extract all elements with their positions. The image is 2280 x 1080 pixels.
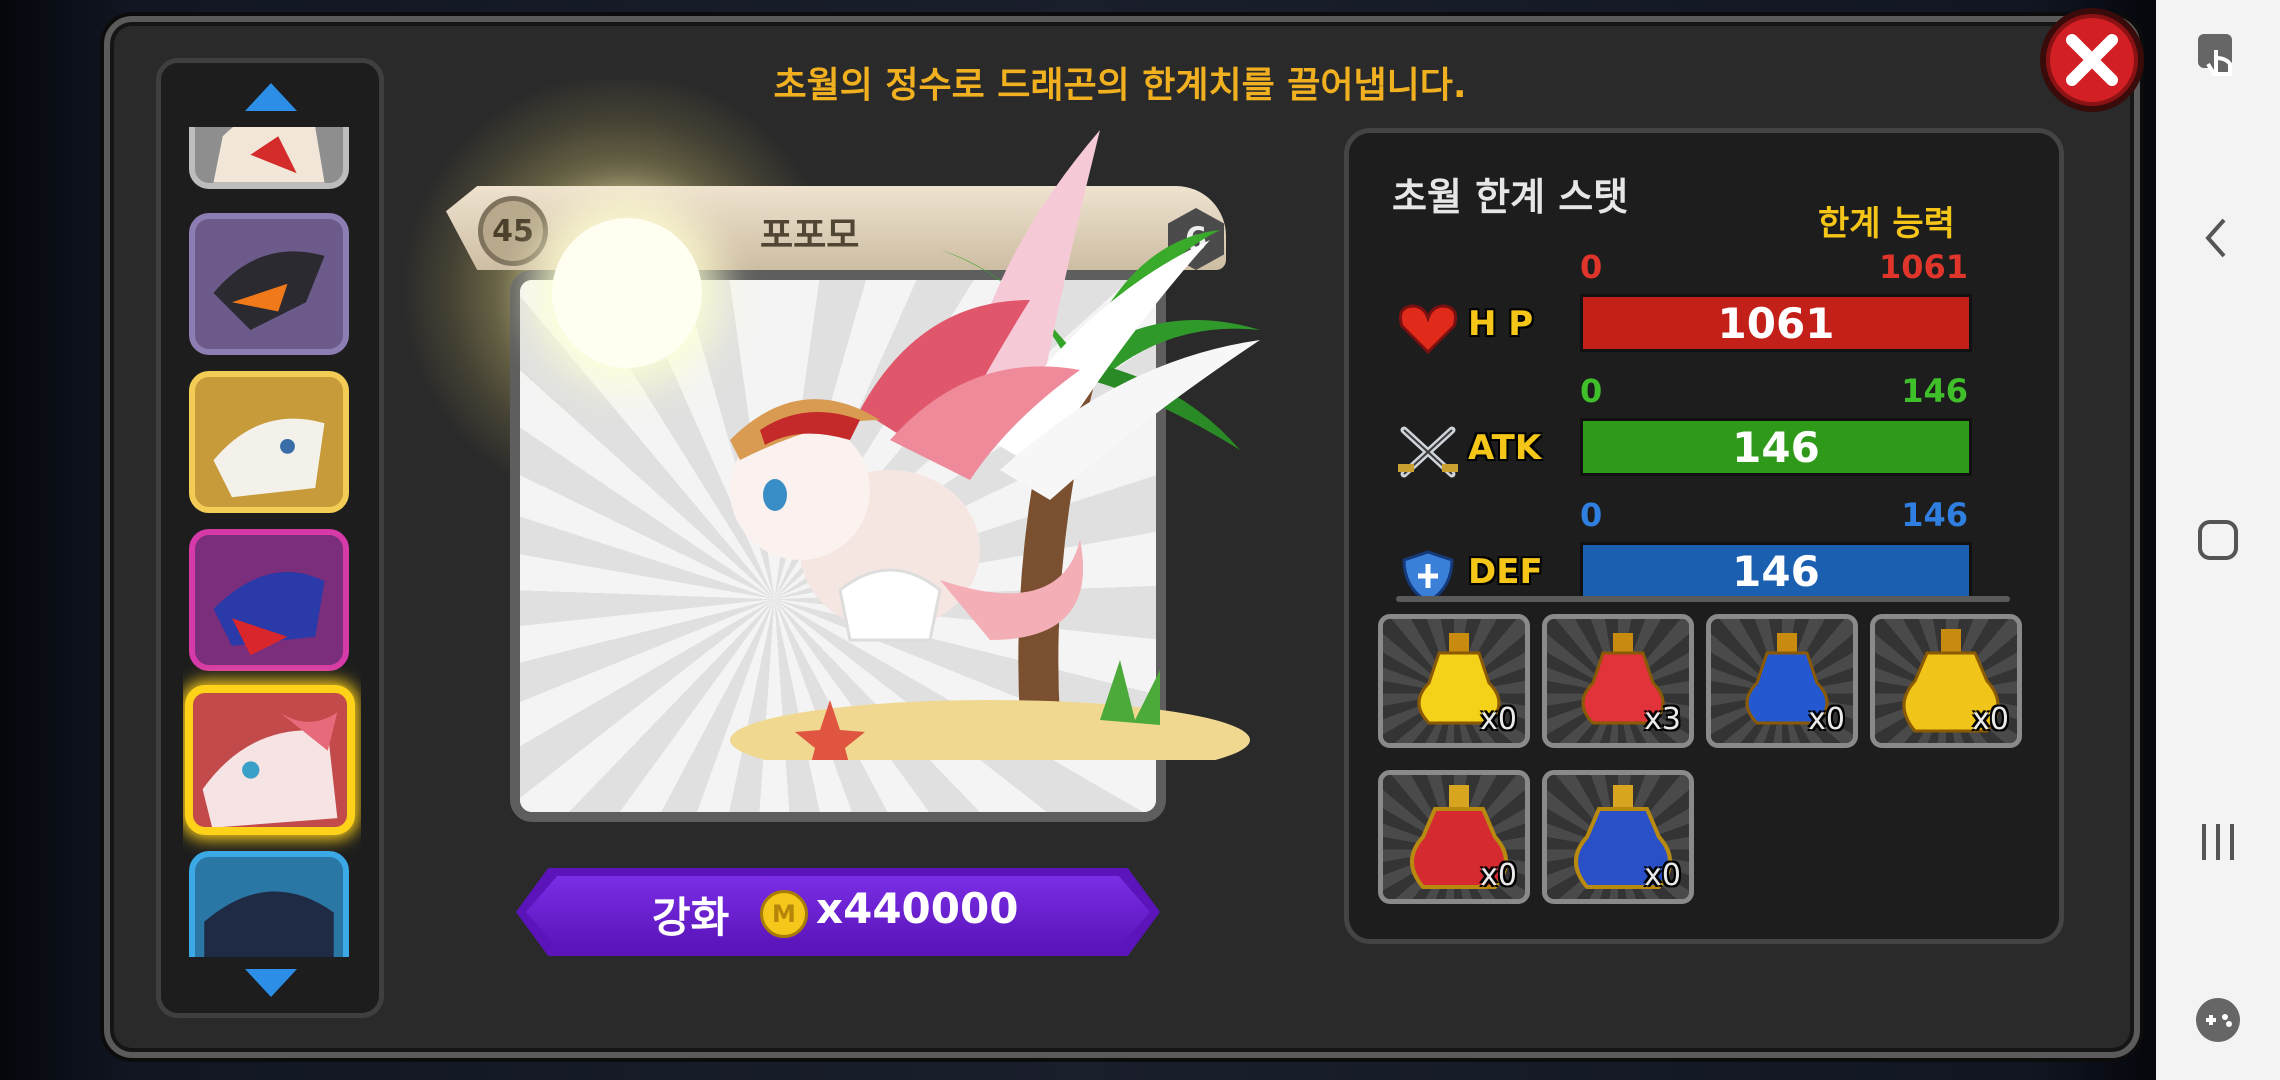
crossed-swords-icon [1398,426,1458,478]
back-button[interactable] [2186,206,2250,270]
dragon-portrait-icon [213,571,325,656]
back-icon [2205,218,2226,258]
potion-quantity: x0 [1644,858,1681,893]
dragon-slot-selected[interactable] [185,685,355,835]
stat-range: 0 1061 [1580,248,1968,288]
potion-slot[interactable]: x3 [1542,614,1694,748]
stat-name: H P [1468,304,1534,344]
stat-name: ATK [1468,428,1542,468]
recents-icon [2202,824,2234,860]
stat-min: 0 [1580,496,1603,534]
close-icon [2066,34,2118,86]
potion-quantity: x0 [1972,702,2009,737]
stat-value: 1061 [1717,298,1835,348]
shield-icon [1402,550,1454,598]
scroll-down-arrow-icon[interactable] [241,965,301,1001]
heart-icon [1398,304,1458,355]
upgrade-button[interactable]: 강화 M x440000 [516,868,1160,956]
potion-slot[interactable]: x0 [1870,614,2022,748]
stat-max: 1061 [1878,248,1968,286]
dragon-slot[interactable] [189,127,349,189]
dragon-slot[interactable] [189,371,349,513]
potion-quantity: x0 [1480,702,1517,737]
stat-bar-def: 146 [1580,542,1972,598]
stat-max: 146 [1901,496,1968,534]
close-button[interactable] [2040,8,2144,112]
stat-name: DEF [1468,552,1543,592]
stat-value: 146 [1732,422,1820,472]
potion-slot[interactable]: x0 [1542,770,1694,904]
home-icon [2198,520,2238,560]
stat-list[interactable]: 0 1061 H P 1061 0 146 ATK 146 0 146 DEF … [1384,242,2024,598]
stat-bar-atk: 146 [1580,418,1972,476]
dragon-slot[interactable] [189,529,349,671]
coin-icon: M [760,890,808,938]
stat-divider [1396,596,2010,602]
stat-min: 0 [1580,248,1603,286]
dragon-portrait-icon [213,127,325,183]
potion-quantity: x3 [1644,702,1681,737]
stat-range: 0 146 [1580,496,1968,536]
dragon-portrait-icon [202,712,338,827]
dragon-slot[interactable] [189,851,349,957]
stat-min: 0 [1580,372,1603,410]
stat-title: 초월 한계 스탯 [1392,175,1629,219]
stat-bar-hp: 1061 [1580,294,1972,352]
stat-value: 146 [1732,546,1820,596]
game-tools-icon [2196,998,2240,1042]
potion-slot[interactable]: x0 [1378,614,1530,748]
level-badge: 45 [478,196,548,266]
dragon-list [183,127,361,957]
stat-max: 146 [1901,372,1968,410]
upgrade-label: 강화 [652,893,730,942]
upgrade-cost: x440000 [816,884,1019,933]
dragon-illustration [730,130,1260,760]
touch-icon [2198,34,2232,76]
potion-slot[interactable]: x0 [1706,614,1858,748]
potion-quantity: x0 [1480,858,1517,893]
potion-slot[interactable]: x0 [1378,770,1530,904]
dragon-slot[interactable] [189,213,349,355]
potion-quantity: x0 [1808,702,1845,737]
home-button[interactable] [2186,508,2250,572]
recents-button[interactable] [2186,810,2250,874]
dragon-portrait-icon [204,891,334,957]
dragon-portrait-icon [213,418,325,498]
dragon-list-panel [156,58,384,1018]
scroll-up-arrow-icon[interactable] [241,79,301,115]
stat-range: 0 146 [1580,372,1968,412]
system-navigation-bar [2156,0,2280,1080]
touch-protect-button[interactable] [2186,22,2250,86]
stat-subtitle: 한계 능력 [1818,204,1955,244]
game-tools-button[interactable] [2186,988,2250,1052]
dragon-portrait-icon [213,251,325,330]
